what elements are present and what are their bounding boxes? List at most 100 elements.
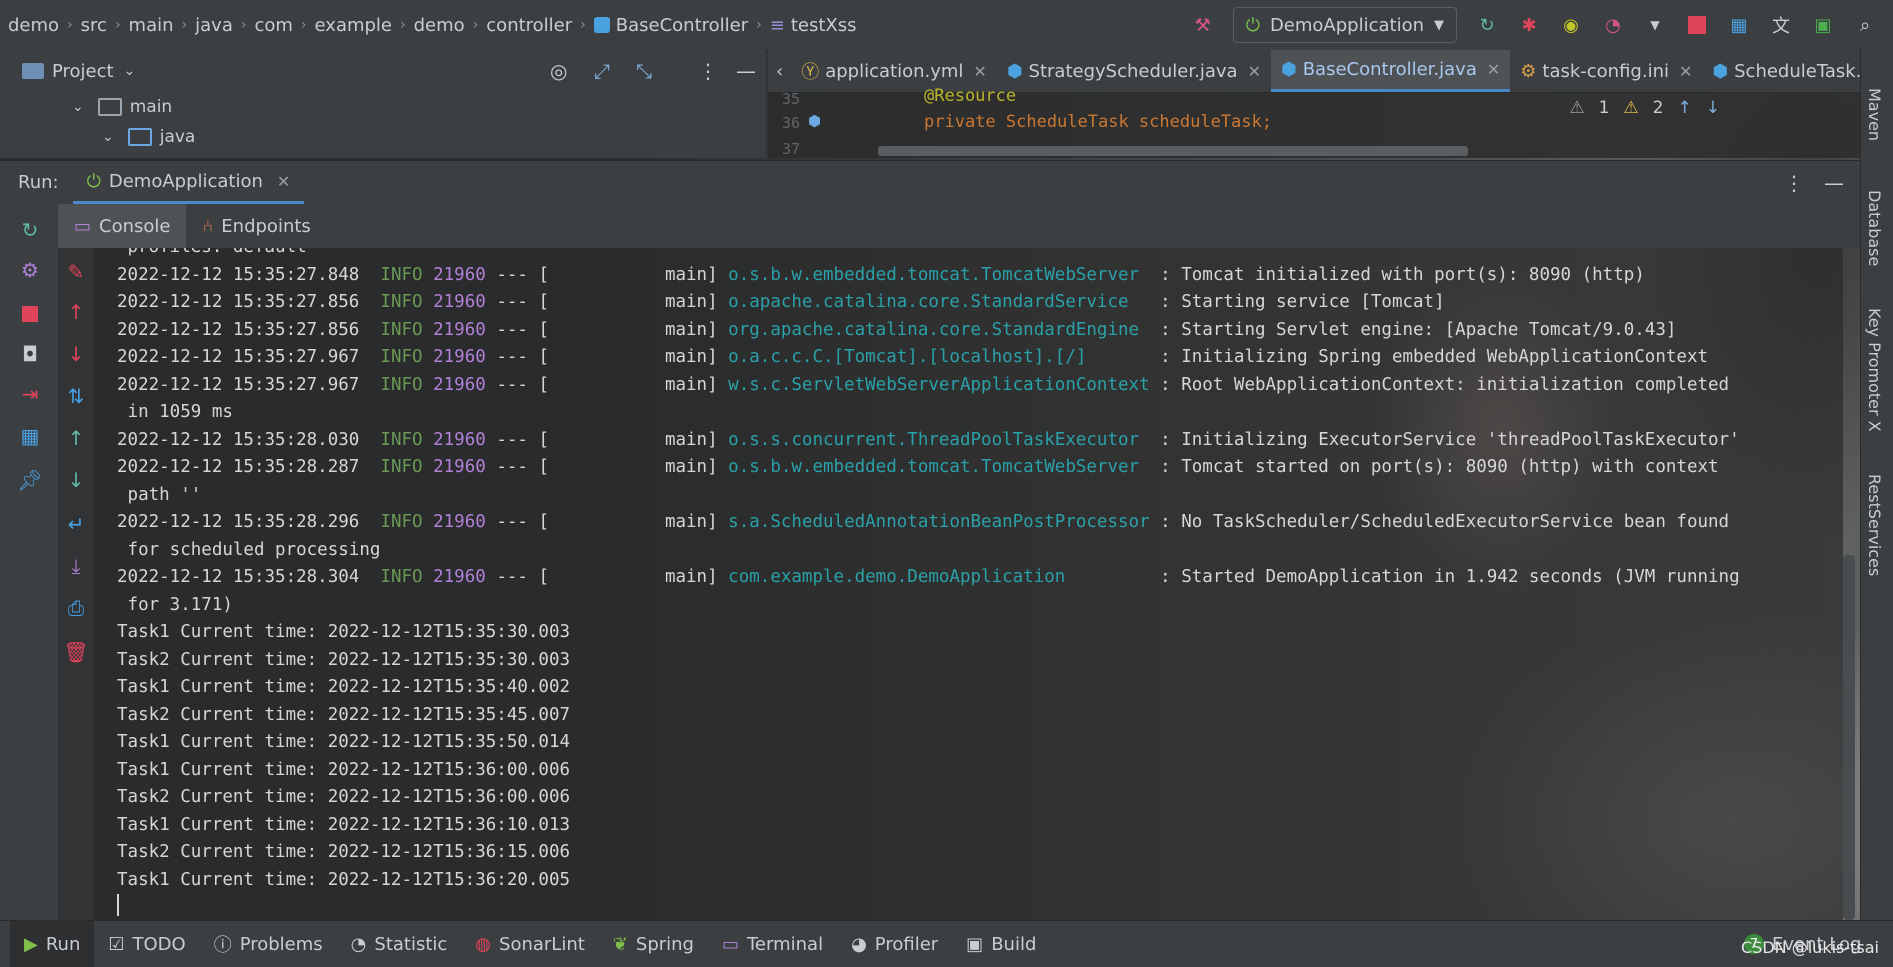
- tool-window-problems[interactable]: ⓘ Problems: [200, 921, 337, 967]
- layout-icon[interactable]: ▦: [1727, 13, 1751, 37]
- terminal-icon[interactable]: ▣: [1811, 13, 1835, 37]
- print-icon[interactable]: ⎙: [62, 594, 90, 622]
- tab-endpoints[interactable]: ⑃ Endpoints: [186, 204, 326, 248]
- close-icon[interactable]: ✕: [1487, 60, 1500, 79]
- bean-gutter-icon[interactable]: ⬢: [808, 112, 821, 130]
- tree-item-main[interactable]: ⌄ main: [0, 92, 766, 122]
- search-icon[interactable]: ⌕: [1853, 13, 1877, 37]
- nav-bar: demo › src › main › java › com › example › dem…: [0, 0, 1893, 51]
- tool-window-run[interactable]: ▶ Run: [10, 921, 95, 967]
- tree-item-java[interactable]: ⌄ java: [0, 122, 766, 152]
- run-tab-demo-application[interactable]: ⏻ DemoApplication ✕: [72, 161, 305, 204]
- settings-icon[interactable]: ⚙: [16, 256, 44, 284]
- layout-icon[interactable]: ▦: [16, 422, 44, 450]
- task-output-line: Task2 Current time: 2022-12-12T15:35:30.…: [117, 649, 571, 670]
- pin-icon[interactable]: 📌︎: [16, 466, 44, 494]
- close-icon[interactable]: ✕: [1248, 62, 1261, 81]
- stop-icon[interactable]: [16, 300, 44, 328]
- tool-window-todo[interactable]: ☑ TODO: [94, 921, 199, 967]
- breadcrumb-item[interactable]: com: [246, 15, 300, 36]
- up-stack-icon[interactable]: ↑: [62, 298, 90, 326]
- camera-icon[interactable]: ◘: [16, 340, 44, 368]
- rerun-icon[interactable]: ↻: [1475, 13, 1499, 37]
- tool-window-database[interactable]: Database: [1865, 190, 1884, 266]
- breadcrumb: demo › src › main › java › com › example › dem…: [0, 15, 865, 36]
- tab-label: BaseController.java: [1302, 59, 1477, 80]
- warning-count: 1: [1598, 98, 1610, 118]
- breadcrumb-method[interactable]: ≡ testXss: [762, 15, 865, 36]
- scroll-down-icon[interactable]: ↓: [62, 466, 90, 494]
- clear-all-icon[interactable]: ✎: [62, 258, 90, 286]
- tab-label: Endpoints: [221, 215, 311, 237]
- exit-icon[interactable]: ⇥: [16, 380, 44, 408]
- code-editor[interactable]: 35 36 37 ⬢ @Resource private ScheduleTas…: [768, 86, 1860, 158]
- stop-icon[interactable]: [1685, 13, 1709, 37]
- line-number: 37: [782, 140, 801, 158]
- more-options-icon[interactable]: ⋮: [1784, 171, 1804, 195]
- hide-icon[interactable]: —: [736, 59, 756, 83]
- breadcrumb-item[interactable]: main: [121, 15, 182, 36]
- tool-window-build[interactable]: ▣ Build: [952, 921, 1050, 967]
- log-line: 2022-12-12 15:35:27.856 INFO 21960 --- […: [95, 317, 1843, 345]
- breadcrumb-item[interactable]: example: [307, 15, 400, 36]
- tab-strategy-scheduler[interactable]: ⬢ StrategyScheduler.java ✕: [997, 50, 1271, 92]
- more-options-icon[interactable]: ⋮: [698, 59, 718, 83]
- chevron-down-icon[interactable]: ⌄: [124, 63, 136, 79]
- tab-base-controller[interactable]: ⬢ BaseController.java ✕: [1270, 50, 1511, 92]
- warning-icon: ⚠: [1569, 98, 1585, 118]
- log-level: INFO: [380, 374, 423, 395]
- close-icon[interactable]: ✕: [973, 62, 986, 81]
- breadcrumb-item[interactable]: demo: [0, 15, 67, 36]
- coverage-icon[interactable]: ◉: [1559, 13, 1583, 37]
- tool-window-profiler[interactable]: ◕ Profiler: [837, 921, 952, 967]
- collapse-icon[interactable]: ⤡: [636, 59, 652, 83]
- breadcrumb-item[interactable]: java: [187, 15, 241, 36]
- task-output-line: Task2 Current time: 2022-12-12T15:35:45.…: [117, 704, 571, 725]
- scroll-tabs-left-icon[interactable]: ‹: [768, 61, 791, 82]
- log-level: INFO: [380, 319, 423, 340]
- console-scrollbar[interactable]: [1843, 555, 1855, 920]
- debug-icon[interactable]: ✱: [1517, 13, 1541, 37]
- locate-icon[interactable]: ◎: [550, 59, 567, 83]
- tool-window-key-promoter[interactable]: Key Promoter X: [1865, 308, 1884, 432]
- expand-icon[interactable]: ⤢: [594, 59, 610, 83]
- tool-window-sonarlint[interactable]: ◍ SonarLint: [461, 921, 599, 967]
- inspection-widget[interactable]: ⚠ 1 ⚠ 2 ↑ ↓: [1569, 98, 1720, 118]
- translate-icon[interactable]: 文: [1769, 13, 1793, 37]
- down-stack-icon[interactable]: ↓: [62, 340, 90, 368]
- tab-task-config[interactable]: ⚙ task-config.ini ✕: [1510, 50, 1702, 92]
- log-line: 2022-12-12 15:35:28.030 INFO 21960 --- […: [95, 427, 1843, 455]
- prev-highlight-icon[interactable]: ↑: [1678, 98, 1692, 118]
- run-config-select[interactable]: ⏻ DemoApplication ▼: [1232, 7, 1457, 43]
- log-separator: --- [: [496, 374, 550, 395]
- tab-console[interactable]: ▭ Console: [58, 204, 187, 248]
- hide-icon[interactable]: —: [1824, 171, 1844, 195]
- tool-window-restservices[interactable]: RestServices: [1865, 474, 1884, 576]
- profiler-icon[interactable]: ◔: [1601, 13, 1625, 37]
- horizontal-scrollbar[interactable]: [878, 146, 1468, 156]
- tool-window-statistic[interactable]: ◔ Statistic: [337, 921, 462, 967]
- breadcrumb-item[interactable]: controller: [478, 15, 580, 36]
- scroll-to-end-icon[interactable]: ⤓: [62, 552, 90, 580]
- sort-icon[interactable]: ⇅: [62, 382, 90, 410]
- tool-window-maven[interactable]: Maven: [1865, 88, 1884, 141]
- build-hammer-icon[interactable]: ⚒: [1191, 13, 1215, 37]
- log-message: : Tomcat initialized with port(s): 8090 …: [1160, 264, 1645, 285]
- soft-wrap-icon[interactable]: ↵: [62, 510, 90, 538]
- project-panel-title[interactable]: Project: [52, 61, 114, 82]
- console-line: profiles: default: [95, 248, 1843, 262]
- log-timestamp: 2022-12-12 15:35:27.848: [117, 264, 360, 285]
- scroll-up-icon[interactable]: ↑: [62, 424, 90, 452]
- tool-window-terminal[interactable]: ▭ Terminal: [708, 921, 837, 967]
- more-run-icon[interactable]: ▼: [1643, 13, 1667, 37]
- close-icon[interactable]: ✕: [277, 172, 290, 191]
- close-icon[interactable]: ✕: [1679, 62, 1692, 81]
- breadcrumb-class[interactable]: BaseController: [586, 15, 756, 36]
- console-output[interactable]: profiles: default 2022-12-12 15:35:27.84…: [95, 248, 1843, 920]
- trash-icon[interactable]: 🗑︎: [62, 638, 90, 666]
- breadcrumb-item[interactable]: src: [73, 15, 115, 36]
- tool-window-spring[interactable]: ❦ Spring: [599, 921, 708, 967]
- rerun-icon[interactable]: ↻: [16, 216, 44, 244]
- next-highlight-icon[interactable]: ↓: [1706, 98, 1720, 118]
- breadcrumb-item[interactable]: demo: [406, 15, 473, 36]
